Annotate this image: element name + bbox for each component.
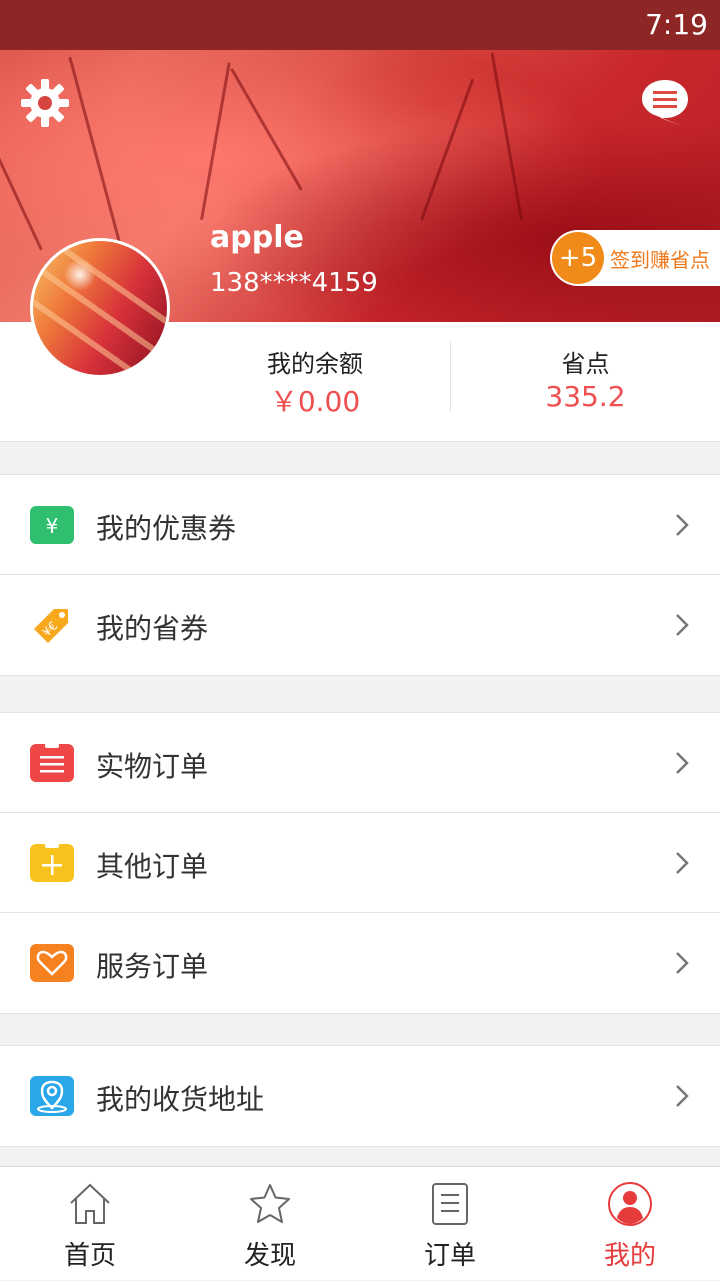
yuan-coupon-icon: ¥ <box>30 506 74 544</box>
settings-gear-icon[interactable] <box>18 76 72 130</box>
checkin-points-badge: +5 <box>552 232 604 284</box>
menu-group-orders: 实物订单 其他订单 服务订单 <box>0 712 720 1014</box>
message-bubble-icon[interactable] <box>638 76 692 130</box>
tab-label: 发现 <box>243 1241 296 1271</box>
status-time: 7:19 <box>645 8 708 41</box>
tab-discover[interactable]: 发现 <box>180 1167 360 1281</box>
user-icon <box>608 1182 652 1226</box>
status-bar: 7:19 <box>0 0 720 50</box>
balance-label: 我的余额 <box>267 350 363 378</box>
chevron-right-icon <box>676 1085 689 1107</box>
background-decoration <box>68 56 123 251</box>
points-stat[interactable]: 省点 335.2 <box>451 322 720 442</box>
background-decoration <box>420 78 475 221</box>
avatar[interactable] <box>30 238 170 378</box>
menu-item-service-orders[interactable]: 服务订单 <box>0 913 720 1013</box>
menu-label: 实物订单 <box>96 750 209 783</box>
username: apple <box>210 220 304 255</box>
menu-label: 其他订单 <box>96 850 209 883</box>
background-decoration <box>200 62 231 221</box>
tab-mine[interactable]: 我的 <box>540 1167 720 1281</box>
tab-label: 订单 <box>423 1241 476 1271</box>
menu-item-physical-orders[interactable]: 实物订单 <box>0 713 720 813</box>
menu-label: 服务订单 <box>96 950 209 983</box>
menu-group-address: 我的收货地址 <box>0 1045 720 1147</box>
background-decoration <box>230 68 303 191</box>
tab-home[interactable]: 首页 <box>0 1167 180 1281</box>
menu-item-my-save-tickets[interactable]: ¥€ 我的省券 <box>0 575 720 675</box>
chevron-right-icon <box>676 514 689 536</box>
menu-item-my-coupons[interactable]: ¥ 我的优惠券 <box>0 475 720 575</box>
tag-ticket-icon: ¥€ <box>30 603 74 647</box>
menu-item-shipping-address[interactable]: 我的收货地址 <box>0 1046 720 1146</box>
clipboard-plus-icon <box>30 842 74 882</box>
menu-group-coupons: ¥ 我的优惠券 ¥€ 我的省券 <box>0 474 720 676</box>
checkin-label: 签到赚省点 <box>610 248 710 272</box>
clipboard-list-icon <box>30 742 74 782</box>
tab-label: 首页 <box>63 1241 116 1271</box>
checkin-button[interactable]: +5 签到赚省点 <box>550 230 720 286</box>
star-icon <box>250 1184 290 1223</box>
menu-label: 我的收货地址 <box>96 1083 265 1116</box>
chevron-right-icon <box>676 614 689 636</box>
chevron-right-icon <box>676 752 689 774</box>
chevron-right-icon <box>676 952 689 974</box>
tab-label: 我的 <box>603 1241 656 1271</box>
points-value: 335.2 <box>545 380 626 413</box>
menu-label: 我的优惠券 <box>96 512 237 545</box>
menu-label: 我的省券 <box>96 612 209 645</box>
phone-number: 138****4159 <box>210 268 378 298</box>
points-label: 省点 <box>561 350 610 378</box>
background-decoration <box>490 52 523 221</box>
balance-stat[interactable]: 我的余额 ￥0.00 <box>180 322 450 442</box>
bottom-tab-bar: 首页 发现 订单 我的 <box>0 1166 720 1280</box>
balance-value: ￥0.00 <box>269 385 361 418</box>
home-icon <box>70 1183 110 1224</box>
document-icon <box>432 1183 468 1225</box>
location-pin-icon <box>30 1076 74 1116</box>
tab-orders[interactable]: 订单 <box>360 1167 540 1281</box>
menu-item-other-orders[interactable]: 其他订单 <box>0 813 720 913</box>
heart-icon <box>30 944 74 982</box>
svg-text:¥: ¥ <box>46 514 59 538</box>
chevron-right-icon <box>676 852 689 874</box>
